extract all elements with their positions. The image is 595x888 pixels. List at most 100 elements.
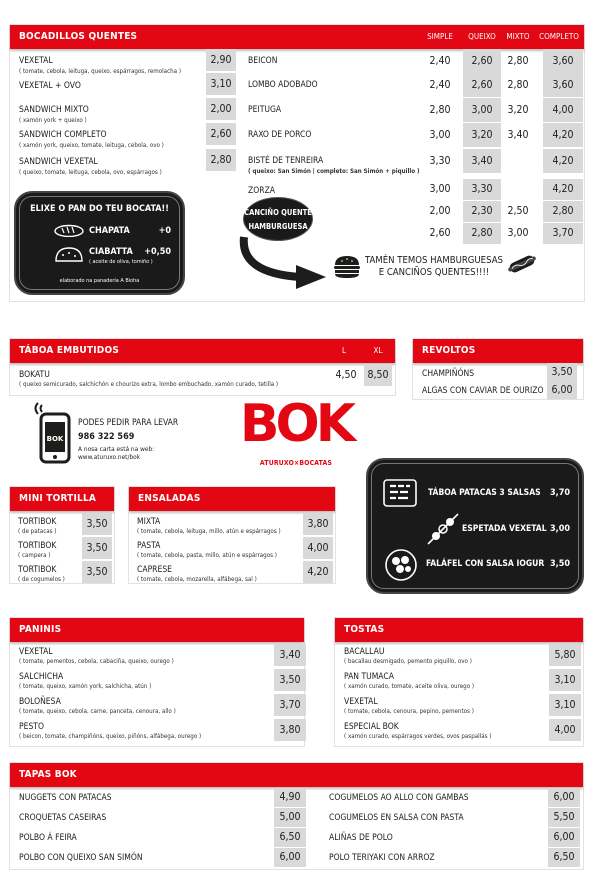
item-name: VEXETAL + OVO: [19, 81, 81, 91]
item-price: 3,10: [549, 694, 581, 716]
item-price: 4,00: [303, 537, 333, 559]
item-price: 3,80: [303, 513, 333, 535]
tapas-section: TAPAS BOK NUGGETS CON PATACAS 4,90 CROQUET…: [9, 762, 584, 870]
item-price: 3,80: [274, 719, 306, 741]
item-price: 2,40: [429, 55, 451, 67]
contact-line: A nosa carta está na web:: [78, 445, 155, 453]
item-price: 3,40: [274, 644, 306, 666]
item-price: [503, 149, 533, 173]
paninis-header: PANINIS: [10, 618, 304, 642]
item-desc: ( xamón curado, espárragos verdes, ovos …: [344, 733, 492, 740]
item-desc: ( tomate, cebola, mozarella, alfábega, s…: [137, 576, 257, 583]
item-price: 3,00: [429, 129, 451, 141]
phone-screen-text: BOK: [47, 435, 64, 443]
item-name: BACALLAU: [344, 647, 385, 657]
item-price: 3,40: [463, 149, 501, 173]
item-price: 3,00: [429, 183, 451, 195]
item-price: 3,40: [507, 129, 529, 141]
item-name: POLBO Á FEIRA: [19, 833, 77, 843]
item-price: 3,50: [82, 537, 112, 559]
contact-line: PODES PEDIR PARA LEVAR: [78, 418, 179, 428]
item-price: 4,00: [543, 98, 583, 122]
item-price: 2,00: [206, 98, 236, 120]
ensaladas-header: ENSALADAS: [129, 487, 335, 511]
item-price: 4,20: [543, 179, 583, 200]
item-price: 3,00: [507, 227, 529, 239]
hotdog-icon: [508, 255, 536, 273]
contact-block: PODES PEDIR PARA LEVAR 986 322 569 A nos…: [78, 418, 178, 461]
item-price: 6,00: [548, 788, 580, 807]
item-desc: ( tomate, cebola, leituga, millo, atún e…: [137, 528, 281, 535]
special-price: 3,00: [550, 524, 570, 534]
item-price: 3,60: [543, 49, 583, 73]
section-title: TAPAS BOK: [19, 769, 77, 780]
tostas-header: TOSTAS: [335, 618, 583, 642]
item-name: ALGAS CON CAVIAR DE OURIZO: [422, 386, 544, 396]
item-price: 4,20: [543, 123, 583, 147]
logo-tagline: ATURUXO×BOCATAS: [259, 459, 333, 467]
item-price: 4,90: [274, 788, 306, 807]
item-desc: ( tomate, cebola, pasta, millo, atún e e…: [137, 552, 277, 559]
badge-label: CANCIÑO QUENTE: [244, 208, 312, 217]
bread-icon: [54, 224, 84, 237]
revoltos-section: REVOLTOS CHAMPIÑÓNS 3,50 ALGAS CON CAVIA…: [412, 338, 584, 400]
item-name: VEXETAL: [344, 697, 378, 707]
col-xl: XL: [373, 346, 383, 355]
item-desc: ( de cogumelos ): [18, 576, 65, 583]
item-desc: ( xamón york, queixo, tomate, leituga, c…: [19, 142, 164, 149]
item-price: 5,00: [274, 808, 306, 827]
col-queixo: QUEIXO: [468, 32, 496, 41]
contact-web: www.aturuxo.net/bok: [78, 453, 141, 461]
item-price: 2,80: [429, 104, 451, 116]
bread-option-name: CIABATTA: [89, 247, 133, 257]
item-desc: ( tomate, cebola, leituga, queixo, espár…: [19, 68, 182, 75]
section-title: ENSALADAS: [138, 493, 201, 504]
item-price: 3,50: [274, 669, 306, 691]
bok-logo: BOK ATURUXO×BOCATAS: [232, 394, 360, 470]
item-price: 2,30: [463, 201, 501, 222]
section-title: MINI TORTILLA: [19, 493, 97, 504]
item-name: BEICON: [248, 56, 278, 66]
item-price: 3,50: [547, 363, 577, 381]
item-name: TORTIBOK: [18, 541, 57, 551]
item-price: 6,00: [548, 828, 580, 847]
item-price: 3,20: [463, 123, 501, 147]
bread-choice-board: ELIXE O PAN DO TEU BOCATA!! CHAPATA +0 C…: [14, 191, 185, 295]
special-price: 3,50: [550, 559, 570, 569]
item-name: RAXO DE PORCO: [248, 130, 312, 140]
item-name: ALIÑAS DE POLO: [329, 833, 393, 843]
logo-text: BOK: [239, 394, 356, 454]
promo-line: TAMÉN TEMOS HAMBURGUESAS: [365, 255, 503, 266]
item-price: 5,80: [549, 644, 581, 666]
item-desc: ( tomate, cebola, cenoura, pepino, pemen…: [344, 708, 474, 715]
hamburger-icon: [334, 256, 360, 278]
item-price: 4,20: [303, 561, 333, 583]
item-desc: ( xamón curado, tomate, aceite oliva, ou…: [344, 683, 475, 690]
item-name: POLBO CON QUEIXO SAN SIMÓN: [19, 853, 143, 863]
section-title: TÁBOA EMBUTIDOS: [19, 345, 119, 356]
item-desc: ( queixo, tomate, leituga, cebola, ovo, …: [19, 169, 162, 176]
item-price: 2,90: [206, 49, 236, 71]
item-name: CAPRESE: [137, 565, 173, 575]
item-name: PAN TUMACA: [344, 672, 394, 682]
item-price: 2,00: [429, 205, 451, 217]
item-name: BISTÉ DE TENREIRA: [248, 156, 324, 166]
bocadillos-section: BOCADILLOS QUENTES SIMPLE QUEIXO MIXTO C…: [9, 24, 585, 302]
item-price: 2,80: [463, 223, 501, 244]
item-price: 2,80: [507, 55, 529, 67]
item-price: 2,60: [463, 73, 501, 97]
falafel-bowl-icon: [385, 549, 417, 581]
promo-text: TAMÉN TEMOS HAMBURGUESAS E CANCIÑOS QUEN…: [362, 255, 506, 279]
special-name: ESPETADA VEXETAL: [462, 524, 547, 534]
item-name: SANDWICH VEXETAL: [19, 157, 98, 167]
item-price: 2,80: [206, 149, 236, 171]
item-price: 2,60: [206, 123, 236, 145]
section-title: REVOLTOS: [422, 345, 476, 356]
item-desc: ( beicon, tomate, champiñóns, queixo, pi…: [19, 733, 202, 740]
section-title: BOCADILLOS QUENTES: [19, 31, 138, 42]
item-price: 4,20: [543, 149, 583, 173]
item-name: ZORZA: [248, 186, 276, 196]
item-price: 3,10: [549, 669, 581, 691]
item-price: 2,40: [429, 79, 451, 91]
item-desc: ( de patacas ): [18, 528, 57, 535]
